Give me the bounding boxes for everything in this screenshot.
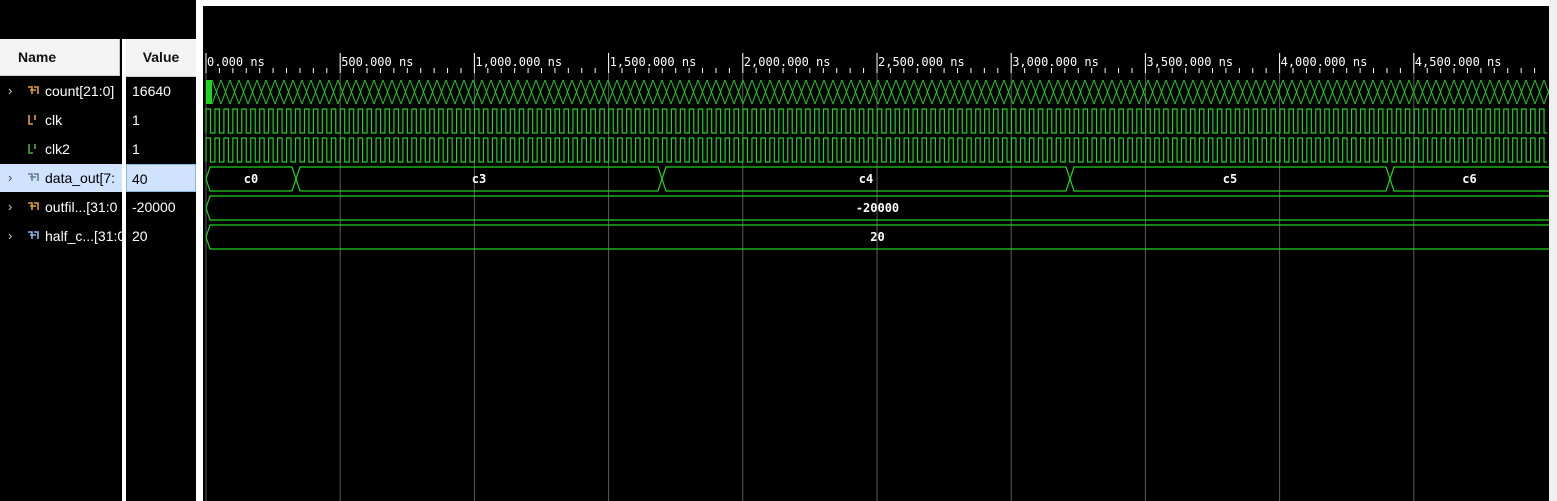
tick-label: 4,000.000 ns — [1281, 55, 1368, 69]
tick-label: 500.000 ns — [341, 55, 413, 69]
signal-value: -20000 — [132, 199, 176, 215]
bus-icon — [28, 202, 39, 210]
bus-icon — [28, 173, 39, 181]
signal-name: count[21:0] — [45, 83, 115, 99]
expand-chevron-icon[interactable]: › — [8, 164, 12, 192]
signal-value-text: 40 — [132, 171, 148, 187]
data-out-label: c5 — [1223, 172, 1237, 186]
signal-name: clk — [45, 112, 63, 128]
bit-icon — [28, 144, 36, 154]
count-cursor-marker — [206, 80, 212, 104]
signal-row-count[interactable]: › count[21:0] — [0, 77, 122, 105]
panel-splitter[interactable] — [196, 0, 203, 501]
tick-label: 3,500.000 ns — [1146, 55, 1233, 69]
signal-row-clk2[interactable]: clk2 — [0, 135, 122, 163]
expand-chevron-icon[interactable]: › — [8, 193, 12, 221]
signal-value: 20 — [132, 228, 148, 244]
tick-label: 1,000.000 ns — [475, 55, 562, 69]
signal-row-data-out[interactable]: › data_out[7: — [0, 164, 122, 192]
expand-chevron-icon[interactable]: › — [8, 77, 12, 105]
tick-label: 0.000 ns — [207, 55, 265, 69]
signal-value: 16640 — [132, 83, 171, 99]
value-column-header[interactable]: Value — [126, 39, 196, 77]
signal-value: 40 — [126, 164, 196, 192]
signal-row-outfile[interactable]: › outfil...[31:0 — [0, 193, 122, 221]
half-label: 20 — [870, 230, 884, 244]
signal-row-clk[interactable]: clk — [0, 106, 122, 134]
expand-chevron-icon[interactable]: › — [8, 222, 12, 250]
tick-label: 2,000.000 ns — [744, 55, 831, 69]
scrollbar-strip[interactable] — [1549, 0, 1557, 501]
signal-name: half_c...[31:0 — [45, 228, 122, 244]
tick-label: 4,500.000 ns — [1415, 55, 1502, 69]
name-column-header[interactable]: Name — [0, 39, 120, 76]
count-transitions — [211, 79, 1549, 105]
data-out-label: c3 — [472, 172, 486, 186]
signal-name: data_out[7: — [45, 170, 116, 186]
bus-icon — [28, 86, 39, 94]
data-out-label: c4 — [859, 172, 873, 186]
waveform-canvas[interactable]: 0.000 ns 500.000 ns 1,000.000 ns 1,500.000 … — [203, 6, 1549, 501]
tick-label: 1,500.000 ns — [610, 55, 697, 69]
signal-name: outfil...[31:0 — [45, 199, 118, 215]
bit-icon — [28, 115, 36, 125]
signal-value: 1 — [132, 112, 140, 128]
bus-icon — [28, 231, 39, 239]
signal-value: 1 — [132, 141, 140, 157]
signal-name: clk2 — [45, 141, 70, 157]
tick-label: 3,000.000 ns — [1012, 55, 1099, 69]
signal-row-half[interactable]: › half_c...[31:0 — [0, 222, 122, 250]
data-out-label: c0 — [244, 172, 258, 186]
outfile-label: -20000 — [856, 201, 899, 215]
data-out-label: c6 — [1462, 172, 1476, 186]
tick-label: 2,500.000 ns — [878, 55, 965, 69]
time-ruler[interactable]: 0.000 ns 500.000 ns 1,000.000 ns 1,500.000 … — [205, 53, 1536, 73]
